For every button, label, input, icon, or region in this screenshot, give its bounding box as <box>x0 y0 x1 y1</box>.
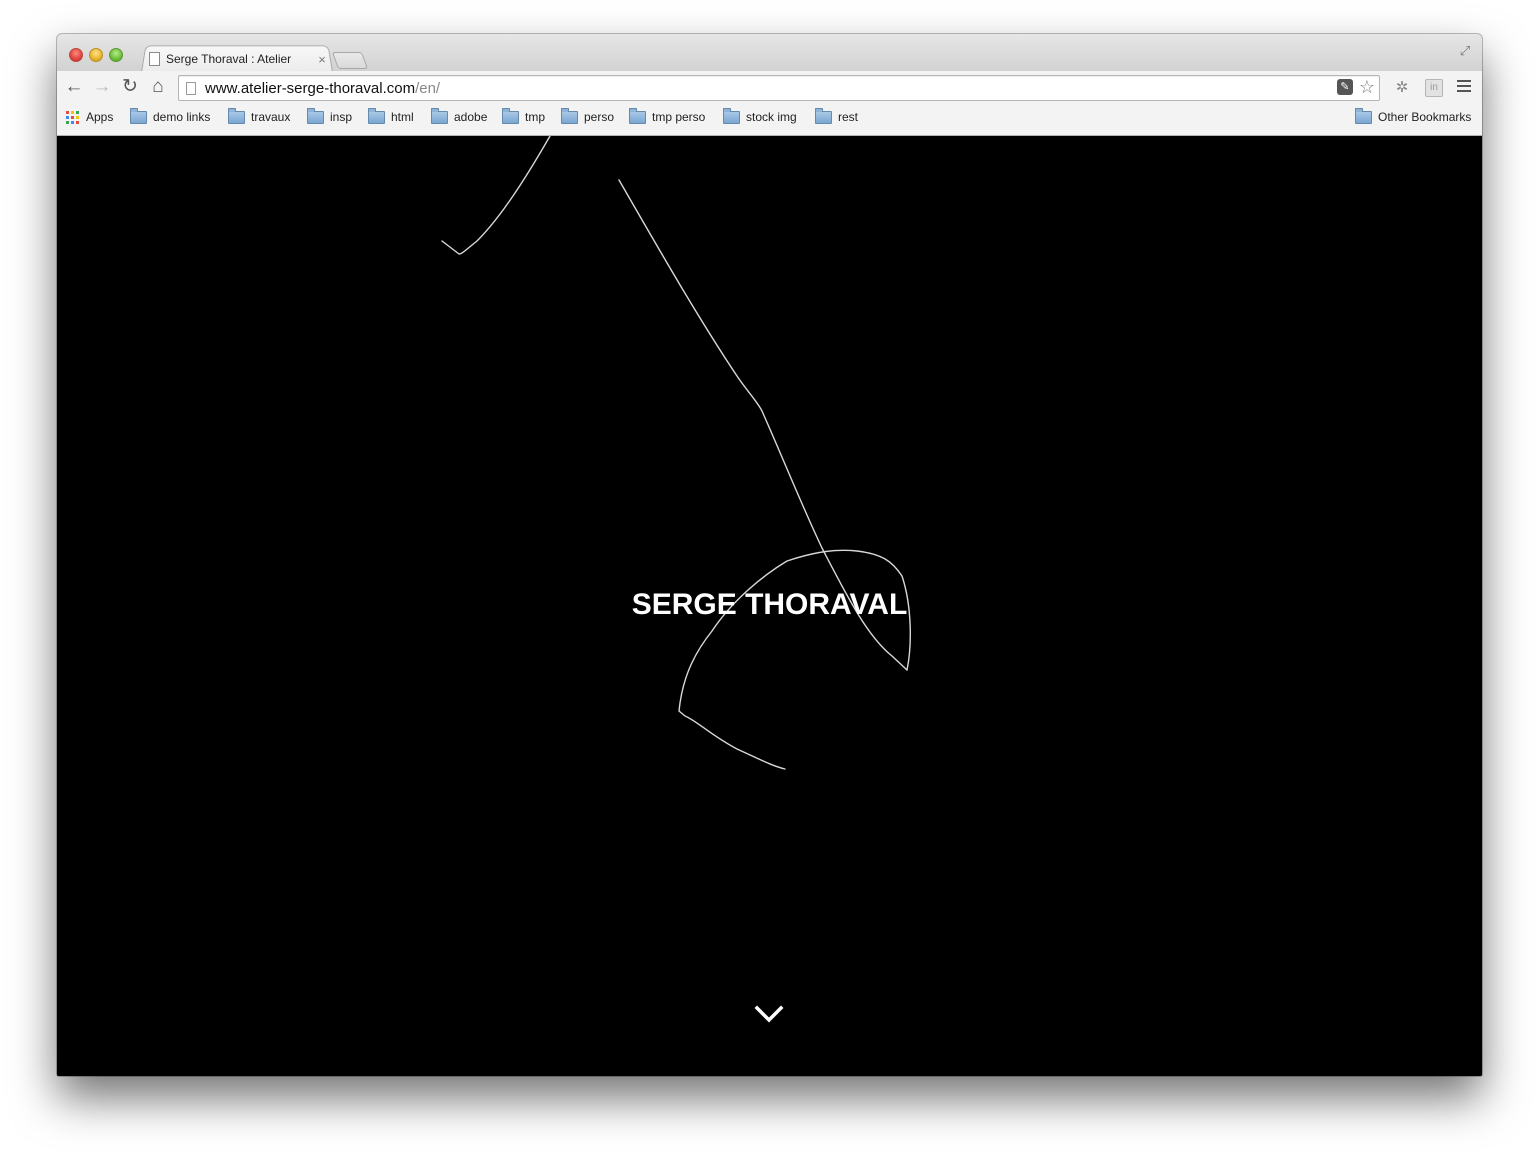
folder-icon <box>815 107 832 124</box>
pen-icon[interactable]: ✎ <box>1336 79 1353 95</box>
bookmark-label: insp <box>330 110 353 124</box>
tab-content: Serge Thoraval : Atelier × <box>149 48 329 70</box>
bookmark-label: demo links <box>153 110 211 124</box>
bookmark-label: Other Bookmarks <box>1378 110 1472 124</box>
bookmark-folder[interactable]: demo links <box>130 107 211 126</box>
address-bar[interactable]: www.atelier-serge-thoraval.com /en/ ✎ ☆ <box>178 75 1380 101</box>
folder-icon <box>502 107 519 124</box>
bookmark-label: stock img <box>746 110 797 124</box>
tab-title: Serge Thoraval : Atelier <box>166 52 292 66</box>
new-tab-button[interactable] <box>331 52 369 69</box>
back-icon[interactable]: ← <box>63 76 85 98</box>
folder-icon <box>228 107 245 124</box>
bookmark-other[interactable]: Other Bookmarks <box>1355 107 1472 126</box>
bookmark-folder[interactable]: tmp <box>502 107 546 126</box>
bookmark-label: rest <box>838 110 859 124</box>
page-icon <box>149 52 160 66</box>
bookmark-folder[interactable]: travaux <box>228 107 291 126</box>
folder-icon <box>561 107 578 124</box>
bookmark-folder[interactable]: insp <box>307 107 353 126</box>
reload-icon[interactable]: ↻ <box>119 76 141 98</box>
bookmark-folder[interactable]: stock img <box>723 107 797 126</box>
bookmark-label: tmp perso <box>652 110 706 124</box>
apps-icon <box>66 110 79 124</box>
folder-icon <box>431 107 448 124</box>
bookmark-apps[interactable]: Apps <box>66 108 113 126</box>
close-icon[interactable]: × <box>315 52 329 67</box>
scribble-stroke <box>441 136 551 255</box>
folder-icon <box>1355 107 1372 124</box>
zoom-window-button[interactable] <box>109 48 123 62</box>
chevron-down-icon[interactable] <box>754 1004 784 1026</box>
folder-icon <box>723 107 740 124</box>
bookmark-label: adobe <box>454 110 488 124</box>
page-content: SERGE THORAVAL <box>57 136 1482 1076</box>
chrome-divider <box>57 129 1482 136</box>
minimize-window-button[interactable] <box>89 48 103 62</box>
browser-chrome: Serge Thoraval : Atelier × ⤢ ← → ↻ ⌂ www… <box>57 34 1482 136</box>
tab-strip: Serge Thoraval : Atelier × ⤢ <box>57 34 1482 72</box>
omnibox-actions: ✎ ☆ <box>1336 78 1375 96</box>
bookmark-folder[interactable]: html <box>368 107 414 126</box>
url-path: /en/ <box>415 79 441 97</box>
toolbar: ← → ↻ ⌂ www.atelier-serge-thoraval.com /… <box>57 71 1482 105</box>
page-icon <box>186 81 196 95</box>
linkedin-icon[interactable]: in <box>1425 79 1443 97</box>
bookmark-folder[interactable]: perso <box>561 107 615 126</box>
bookmark-folder[interactable]: tmp perso <box>629 107 706 126</box>
home-icon[interactable]: ⌂ <box>147 76 169 98</box>
forward-icon[interactable]: → <box>91 76 113 98</box>
star-icon[interactable]: ☆ <box>1359 78 1375 96</box>
browser-window: Serge Thoraval : Atelier × ⤢ ← → ↻ ⌂ www… <box>57 34 1482 1076</box>
close-window-button[interactable] <box>69 48 83 62</box>
bookmark-label: html <box>391 110 414 124</box>
bookmark-folder[interactable]: rest <box>815 107 859 126</box>
page-title: SERGE THORAVAL <box>631 588 908 621</box>
url-domain: www.atelier-serge-thoraval.com <box>205 79 416 97</box>
bookmark-label: Apps <box>86 110 114 124</box>
fullscreen-icon[interactable]: ⤢ <box>1458 44 1472 58</box>
bookmark-label: tmp <box>525 110 546 124</box>
scribble-stroke <box>678 549 911 770</box>
bookmark-label: perso <box>584 110 615 124</box>
menu-icon[interactable] <box>1457 80 1471 94</box>
bookmark-label: travaux <box>251 110 291 124</box>
folder-icon <box>130 107 147 124</box>
extension-icon[interactable]: ✲ <box>1392 78 1412 98</box>
folder-icon <box>629 107 646 124</box>
folder-icon <box>368 107 385 124</box>
folder-icon <box>307 107 324 124</box>
bookmarks-bar: Apps demo links travaux insp html adobe … <box>57 105 1482 129</box>
bookmark-folder[interactable]: adobe <box>431 107 488 126</box>
